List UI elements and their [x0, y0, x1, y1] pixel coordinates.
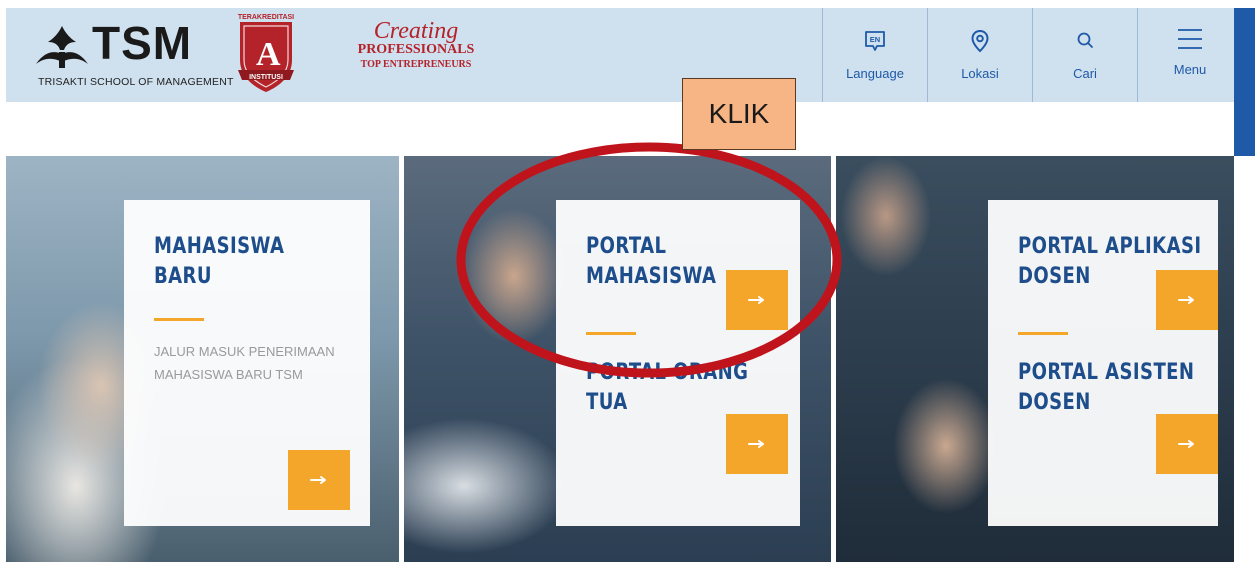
- card-title-line: MAHASISWA: [586, 264, 717, 289]
- card-title-line: PORTAL ORANG: [586, 360, 749, 385]
- portal-orang-tua-arrow-button[interactable]: [726, 414, 788, 474]
- nav-menu[interactable]: Menu: [1137, 8, 1243, 102]
- card-description-line: JALUR MASUK PENERIMAAN: [154, 344, 335, 359]
- card-divider: [1018, 332, 1068, 335]
- language-icon-text: EN: [870, 35, 880, 44]
- tagline-line-1: Creating: [373, 18, 459, 44]
- arrow-right-icon: [1178, 296, 1194, 304]
- card-description: JALUR MASUK PENERIMAAN MAHASISWA BARU TS…: [154, 340, 335, 386]
- card-title-line: PORTAL APLIKASI: [1018, 234, 1202, 259]
- portal-mahasiswa-arrow-button[interactable]: [726, 270, 788, 330]
- nav-location-label: Lokasi: [961, 66, 999, 81]
- header-nav: EN Language Lokasi Cari Menu: [822, 8, 1243, 102]
- location-pin-icon: [969, 28, 991, 54]
- card-title-line: PORTAL ASISTEN: [1018, 360, 1195, 385]
- site-header: TSM TRISAKTI SCHOOL OF MANAGEMENT TERAKR…: [6, 8, 1243, 102]
- tile-mahasiswa-baru: MAHASISWA BARU JALUR MASUK PENERIMAAN MA…: [6, 156, 399, 562]
- tagline-line-3: TOP ENTREPRENEURS: [360, 59, 472, 70]
- nav-search[interactable]: Cari: [1032, 8, 1137, 102]
- nav-language-label: Language: [846, 66, 904, 81]
- header-edge-accent: [1234, 8, 1255, 156]
- card-portal-mahasiswa: PORTAL MAHASISWA PORTAL ORANG TUA: [556, 200, 800, 526]
- portal-aplikasi-dosen-arrow-button[interactable]: [1156, 270, 1218, 330]
- arrow-right-icon: [310, 476, 326, 484]
- portal-asisten-dosen-arrow-button[interactable]: [1156, 414, 1218, 474]
- card-title-line: PORTAL: [586, 234, 667, 259]
- card-divider: [154, 318, 204, 321]
- accreditation-badge: TERAKREDITASI A INSTITUSI: [234, 14, 298, 94]
- nav-menu-label: Menu: [1173, 62, 1207, 77]
- brand-subtitle: TRISAKTI SCHOOL OF MANAGEMENT: [38, 76, 234, 88]
- search-icon: [1074, 28, 1096, 54]
- card-divider: [586, 332, 636, 335]
- card-title-portal-orang-tua: PORTAL ORANG TUA: [586, 358, 748, 418]
- tsm-emblem-icon: [36, 26, 88, 68]
- card-portal-dosen: PORTAL APLIKASI DOSEN PORTAL ASISTEN DOS…: [988, 200, 1218, 526]
- tile-portal-dosen: PORTAL APLIKASI DOSEN PORTAL ASISTEN DOS…: [836, 156, 1234, 562]
- arrow-right-icon: [1178, 440, 1194, 448]
- tagline-line-2: PROFESSIONALS: [357, 42, 475, 57]
- card-mahasiswa-baru: MAHASISWA BARU JALUR MASUK PENERIMAAN MA…: [124, 200, 370, 526]
- tsm-logo[interactable]: TSM TRISAKTI SCHOOL OF MANAGEMENT: [34, 17, 233, 94]
- nav-search-label: Cari: [1073, 66, 1097, 81]
- card-title-portal-mahasiswa: PORTAL MAHASISWA: [586, 232, 716, 292]
- badge-letter: A: [256, 36, 281, 73]
- hamburger-menu-icon: [1176, 24, 1204, 54]
- brand-name: TSM: [92, 17, 193, 69]
- badge-bottom-text: INSTITUSI: [249, 74, 283, 81]
- tagline: Creating PROFESSIONALS TOP ENTREPRENEURS: [346, 18, 486, 90]
- card-title-line: MAHASISWA: [154, 234, 285, 259]
- card-title-line: BARU: [154, 264, 212, 289]
- language-icon: EN: [863, 28, 887, 54]
- card-description-line: MAHASISWA BARU TSM: [154, 367, 303, 382]
- arrow-right-icon: [748, 296, 764, 304]
- card-title-portal-asisten-dosen: PORTAL ASISTEN DOSEN: [1018, 358, 1194, 418]
- klik-callout-label: KLIK: [682, 78, 796, 150]
- badge-top-text: TERAKREDITASI: [237, 14, 295, 21]
- card-title-mahasiswa-baru: MAHASISWA BARU: [154, 232, 284, 292]
- nav-language[interactable]: EN Language: [822, 8, 927, 102]
- mahasiswa-baru-arrow-button[interactable]: [288, 450, 350, 510]
- tile-portal-mahasiswa: PORTAL MAHASISWA PORTAL ORANG TUA: [404, 156, 831, 562]
- arrow-right-icon: [748, 440, 764, 448]
- nav-location[interactable]: Lokasi: [927, 8, 1032, 102]
- card-title-line: TUA: [586, 390, 628, 415]
